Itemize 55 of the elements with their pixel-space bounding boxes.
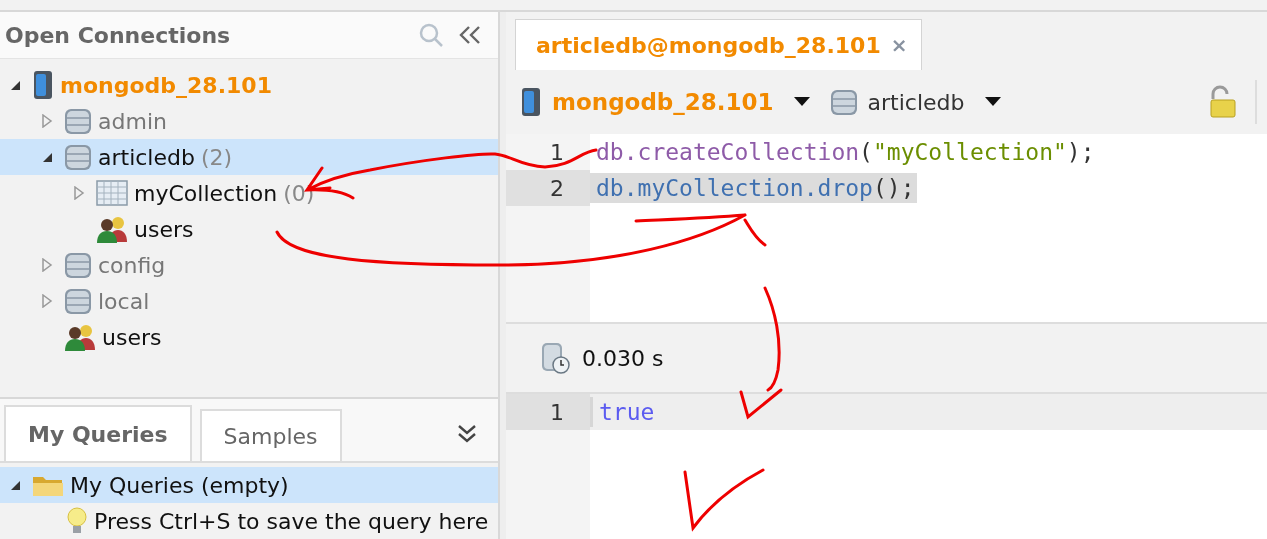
close-icon[interactable]: ×	[890, 33, 908, 57]
server-icon	[520, 87, 542, 117]
code-text: db.createCollection("myCollection");	[595, 138, 1096, 167]
database-selector[interactable]: articledb	[867, 89, 965, 115]
expanded-icon[interactable]	[9, 79, 21, 91]
database-icon	[64, 142, 92, 172]
server-icon	[32, 70, 54, 100]
execution-time: 0.030 s	[582, 345, 664, 371]
tree-label: users	[102, 324, 162, 350]
result-text: true	[590, 397, 657, 427]
database-icon	[64, 250, 92, 280]
table-icon	[96, 180, 128, 206]
panel-tab[interactable]: My Queries	[4, 405, 192, 461]
code-text: db.myCollection.drop();	[590, 173, 917, 203]
tree-item[interactable]: My Queries (empty)	[0, 467, 498, 503]
timer-icon	[540, 342, 570, 374]
database-icon	[829, 87, 858, 117]
tab-label: articledb@mongodb_28.101	[536, 32, 881, 58]
tree-label: local	[98, 288, 150, 314]
tree-item[interactable]: users	[0, 211, 498, 247]
tree-label: myCollection	[134, 180, 278, 206]
tree-label: articledb	[98, 144, 195, 170]
tree-label: My Queries (empty)	[70, 472, 289, 498]
tree-label: mongodb_28.101	[60, 72, 272, 98]
tree-item[interactable]: admin	[0, 103, 498, 139]
tree-item[interactable]: local	[0, 283, 498, 319]
panel-tab[interactable]: Samples	[199, 409, 342, 461]
users-icon	[96, 215, 128, 243]
tree-item[interactable]: users	[0, 319, 498, 355]
line-number: 2	[506, 170, 590, 206]
users-icon	[64, 323, 96, 351]
expanded-icon[interactable]	[9, 479, 21, 491]
database-icon	[64, 286, 92, 316]
tree-label: config	[98, 252, 166, 278]
editor-tab[interactable]: articledb@mongodb_28.101 ×	[515, 19, 923, 70]
collapsed-icon[interactable]	[41, 114, 53, 128]
database-icon	[64, 106, 92, 136]
collapsed-icon[interactable]	[41, 258, 53, 272]
collapse-icon[interactable]	[458, 24, 482, 46]
dropdown-icon[interactable]	[984, 97, 1001, 107]
tree-label: Press Ctrl+S to save the query here	[94, 508, 489, 534]
line-number: 1	[506, 394, 590, 430]
tree-item[interactable]: articledb (2)	[0, 139, 498, 175]
collapsed-icon[interactable]	[73, 186, 85, 200]
tree-item[interactable]: config	[0, 247, 498, 283]
lightbulb-icon	[66, 507, 88, 535]
tree-label: admin	[98, 108, 167, 134]
line-number: 1	[506, 134, 590, 170]
panel-title: Open Connections	[5, 22, 232, 48]
tree-label: users	[134, 216, 194, 242]
item-count: (2)	[200, 144, 233, 170]
expanded-icon[interactable]	[41, 151, 53, 163]
collapsed-icon[interactable]	[41, 294, 53, 308]
dropdown-icon[interactable]	[793, 97, 810, 107]
expand-down-icon[interactable]	[456, 423, 478, 445]
